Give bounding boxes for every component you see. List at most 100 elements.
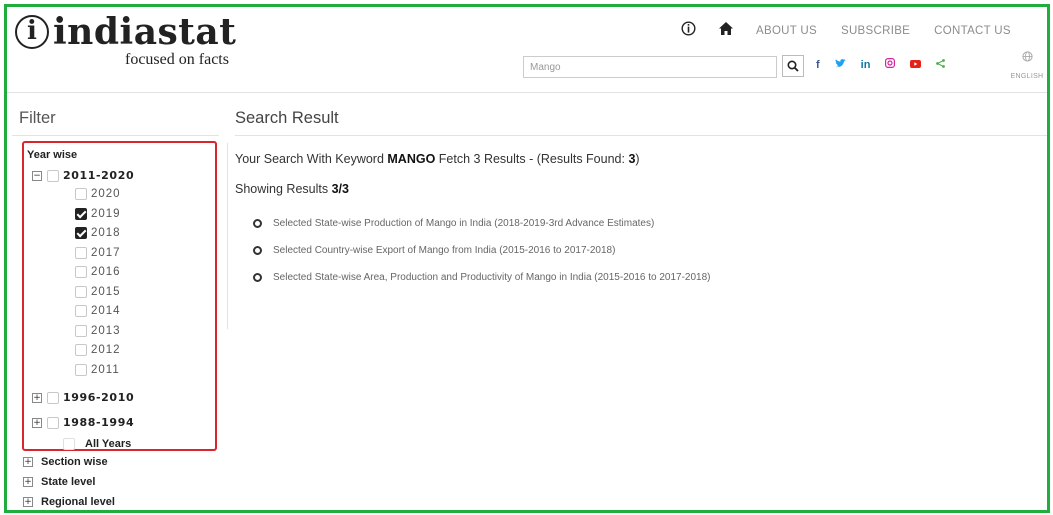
- year-option-2018[interactable]: 2018: [75, 227, 121, 239]
- result-item: Selected State-wise Production of Mango …: [253, 210, 711, 237]
- group-checkbox[interactable]: [47, 391, 59, 404]
- twitter-icon[interactable]: [834, 58, 846, 71]
- group-checkbox[interactable]: [47, 416, 59, 429]
- year-option-2020[interactable]: 2020: [75, 188, 121, 200]
- logo-tagline: focused on facts: [125, 51, 229, 68]
- site-header: i indiastat focused on facts ABOUT US SU…: [7, 7, 1047, 91]
- filter-label: Section wise: [41, 456, 108, 468]
- year-label: 2019: [91, 207, 121, 220]
- search-icon: [787, 60, 799, 72]
- expand-icon[interactable]: +: [32, 417, 42, 428]
- year-label: 2011: [91, 363, 120, 376]
- year-option-2012[interactable]: 2012: [75, 344, 121, 356]
- year-checkbox[interactable]: [75, 324, 87, 337]
- all-years-label: All Years: [85, 438, 132, 450]
- filter-section-wise[interactable]: + Section wise: [23, 456, 108, 468]
- year-checkbox[interactable]: [75, 207, 87, 220]
- nav-about-us[interactable]: ABOUT US: [756, 25, 817, 37]
- year-label: 2020: [91, 188, 121, 200]
- year-checkbox[interactable]: [75, 227, 87, 239]
- sidebar-border: [227, 143, 228, 329]
- language-selector[interactable]: ENGLISH: [1009, 51, 1045, 83]
- year-option-2017[interactable]: 2017: [75, 246, 121, 259]
- result-divider: [235, 135, 1047, 136]
- showing-results: Showing Results 3/3: [235, 182, 349, 196]
- expand-icon[interactable]: +: [23, 497, 33, 507]
- filter-title: Filter: [19, 109, 56, 127]
- top-nav: ABOUT US SUBSCRIBE CONTACT US: [681, 21, 1011, 41]
- bullet-icon: [253, 273, 262, 282]
- bullet-icon: [253, 219, 262, 228]
- search-input[interactable]: [523, 56, 777, 78]
- youtube-icon[interactable]: [910, 59, 922, 71]
- results-list: Selected State-wise Production of Mango …: [253, 210, 711, 291]
- filter-regional-level[interactable]: + Regional level: [23, 496, 115, 508]
- search-summary: Your Search With Keyword MANGO Fetch 3 R…: [235, 152, 640, 166]
- summary-suffix: ): [635, 152, 640, 166]
- expand-icon[interactable]: +: [23, 457, 33, 467]
- year-wise-heading: Year wise: [27, 149, 78, 161]
- year-option-2019[interactable]: 2019: [75, 207, 121, 220]
- expand-icon[interactable]: +: [32, 392, 42, 403]
- nav-contact-us[interactable]: CONTACT US: [934, 25, 1011, 37]
- all-years-option[interactable]: All Years: [63, 438, 131, 450]
- search-keyword: MANGO: [387, 152, 436, 166]
- year-checkbox[interactable]: [75, 188, 87, 200]
- year-option-2014[interactable]: 2014: [75, 305, 121, 317]
- result-item: Selected State-wise Area, Production and…: [253, 264, 711, 291]
- year-checkbox[interactable]: [75, 246, 87, 259]
- year-checkbox[interactable]: [75, 305, 87, 317]
- page-frame: i indiastat focused on facts ABOUT US SU…: [4, 4, 1050, 513]
- result-link[interactable]: Selected State-wise Area, Production and…: [273, 272, 711, 283]
- result-link[interactable]: Selected Country-wise Export of Mango fr…: [273, 245, 615, 256]
- logo-mark: i: [15, 15, 49, 49]
- header-divider: [7, 92, 1047, 93]
- search-button[interactable]: [782, 55, 804, 77]
- logo-wordmark: indiastat: [53, 11, 237, 53]
- year-label: 2014: [91, 305, 121, 317]
- year-group-1988-1994[interactable]: + 1988-1994: [32, 416, 134, 429]
- expand-icon[interactable]: +: [23, 477, 33, 487]
- result-link[interactable]: Selected State-wise Production of Mango …: [273, 218, 654, 229]
- showing-count: 3/3: [331, 182, 349, 196]
- summary-prefix: Your Search With Keyword: [235, 152, 388, 166]
- globe-icon: [1009, 51, 1045, 65]
- year-label: 2013: [91, 324, 121, 337]
- share-icon[interactable]: [936, 58, 946, 71]
- search-result-title: Search Result: [235, 109, 339, 127]
- linkedin-icon[interactable]: in: [861, 59, 871, 71]
- year-option-2016[interactable]: 2016: [75, 266, 121, 278]
- filter-label: Regional level: [41, 496, 115, 508]
- year-group-2011-2020[interactable]: − 2011-2020: [32, 169, 134, 182]
- year-option-2013[interactable]: 2013: [75, 324, 121, 337]
- home-icon[interactable]: [718, 21, 734, 41]
- year-group-label: 1988-1994: [63, 416, 135, 429]
- nav-subscribe[interactable]: SUBSCRIBE: [841, 25, 910, 37]
- year-option-2011[interactable]: 2011: [75, 363, 120, 376]
- year-group-label: 2011-2020: [63, 169, 135, 182]
- year-label: 2017: [91, 246, 121, 259]
- instagram-icon[interactable]: [885, 58, 896, 71]
- facebook-icon[interactable]: f: [816, 59, 820, 71]
- all-years-checkbox[interactable]: [63, 438, 75, 450]
- collapse-icon[interactable]: −: [32, 170, 42, 181]
- year-checkbox[interactable]: [75, 344, 87, 356]
- year-option-2015[interactable]: 2015: [75, 285, 121, 298]
- info-icon[interactable]: [681, 21, 696, 41]
- filter-state-level[interactable]: + State level: [23, 476, 95, 488]
- year-label: 2015: [91, 285, 121, 298]
- year-label: 2018: [91, 227, 121, 239]
- social-links: f in: [816, 58, 960, 71]
- group-checkbox[interactable]: [47, 169, 59, 182]
- bullet-icon: [253, 246, 262, 255]
- year-group-1996-2010[interactable]: + 1996-2010: [32, 391, 134, 404]
- result-item: Selected Country-wise Export of Mango fr…: [253, 237, 711, 264]
- showing-label: Showing Results: [235, 182, 332, 196]
- year-checkbox[interactable]: [75, 266, 87, 278]
- filter-divider: [12, 135, 219, 136]
- year-group-label: 1996-2010: [63, 391, 135, 404]
- filter-label: State level: [41, 476, 96, 488]
- year-checkbox[interactable]: [75, 363, 87, 376]
- language-label: ENGLISH: [1010, 73, 1044, 80]
- year-checkbox[interactable]: [75, 285, 87, 298]
